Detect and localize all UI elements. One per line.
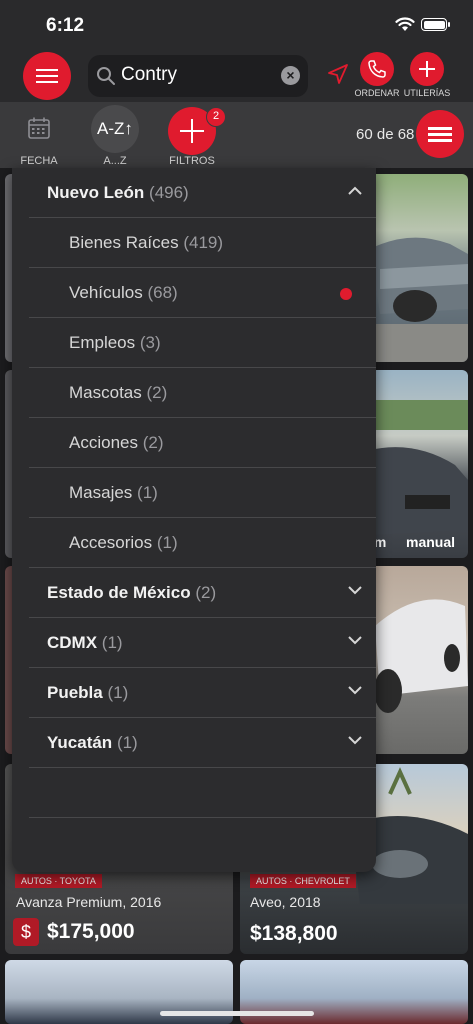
empty-row (29, 768, 376, 818)
location-arrow-icon[interactable] (326, 62, 350, 86)
dollar-icon: $ (13, 918, 39, 946)
battery-icon (421, 18, 450, 31)
chevron-down-icon (348, 686, 362, 695)
results-count: 60 de 68 (356, 126, 415, 143)
listing-price-row: $ $175,000 (13, 918, 135, 946)
category-count: (1) (137, 483, 158, 502)
category-count: (3) (139, 333, 161, 352)
category-name: Bienes Raíces (69, 233, 179, 252)
region-count: (1) (116, 733, 138, 752)
listing-price: $175,000 (47, 920, 135, 943)
region-row-nuevo-leon[interactable]: Nuevo León (496) (29, 168, 376, 218)
search-field[interactable]: Contry × (88, 55, 308, 97)
category-row-vehiculos[interactable]: Vehículos (68) (29, 268, 376, 318)
top-header: Contry × ORDENAR UTILERÍAS (0, 48, 473, 102)
region-count: (1) (107, 683, 129, 702)
fecha-sort-button[interactable]: FECHA (18, 104, 60, 167)
phone-icon (368, 60, 386, 78)
fecha-label: FECHA (20, 155, 58, 167)
menu-button[interactable] (23, 52, 71, 100)
list-icon (428, 124, 452, 145)
region-row-puebla[interactable]: Puebla (1) (29, 668, 376, 718)
region-name: Puebla (47, 683, 103, 702)
selected-indicator-dot (340, 288, 352, 300)
wifi-icon (395, 17, 415, 31)
category-count: (68) (147, 283, 178, 302)
listing-tag: AUTOS · CHEVROLET (250, 874, 356, 888)
category-count: (2) (146, 383, 168, 402)
region-name: Nuevo León (47, 183, 145, 202)
utilerias-button[interactable]: UTILERÍAS (404, 52, 450, 98)
region-count: (496) (149, 183, 189, 202)
category-name: Accesorios (69, 533, 153, 552)
region-row-yucatan[interactable]: Yucatán (1) (29, 718, 376, 768)
category-name: Mascotas (69, 383, 142, 402)
alpha-sort-label: A...Z (103, 155, 127, 167)
chevron-up-icon (348, 186, 362, 195)
search-icon (97, 67, 115, 85)
category-row-mascotas[interactable]: Mascotas (2) (29, 368, 376, 418)
category-row-acciones[interactable]: Acciones (2) (29, 418, 376, 468)
transmission-label: manual (406, 534, 456, 550)
filters-label: FILTROS (169, 155, 215, 167)
region-name: CDMX (47, 633, 98, 652)
clear-search-icon[interactable]: × (281, 66, 300, 85)
category-row-bienes-raices[interactable]: Bienes Raíces (419) (29, 218, 376, 268)
category-row-masajes[interactable]: Masajes (1) (29, 468, 376, 518)
region-count: (2) (195, 583, 217, 602)
home-indicator[interactable] (160, 1011, 314, 1016)
chevron-down-icon (348, 736, 362, 745)
status-time: 6:12 (46, 15, 85, 36)
chevron-down-icon (348, 636, 362, 645)
search-input[interactable]: Contry (121, 64, 177, 86)
category-name: Vehículos (69, 283, 143, 302)
category-name: Acciones (69, 433, 138, 452)
category-name: Masajes (69, 483, 133, 502)
category-count: (2) (142, 433, 164, 452)
category-row-accesorios[interactable]: Accesorios (1) (29, 518, 376, 568)
region-count: (1) (101, 633, 123, 652)
category-row-empleos[interactable]: Empleos (3) (29, 318, 376, 368)
calendar-icon (28, 117, 50, 139)
utilerias-label: UTILERÍAS (403, 88, 451, 98)
filter-toolbar: FECHA A...Z A-Z↑ FILTROS 2 60 de 68 (0, 102, 473, 168)
region-row-estado-de-mexico[interactable]: Estado de México (2) (29, 568, 376, 618)
listing-description: Avanza Premium, 2016 (16, 894, 162, 910)
ordenar-button[interactable]: ORDENAR (354, 52, 400, 98)
listing-price-row: $138,800 (250, 922, 338, 946)
region-row-cdmx[interactable]: CDMX (1) (29, 618, 376, 668)
category-name: Empleos (69, 333, 136, 352)
region-name: Yucatán (47, 733, 113, 752)
category-count: (1) (156, 533, 178, 552)
hamburger-icon (36, 69, 58, 83)
chevron-down-icon (348, 586, 362, 595)
status-bar: 6:12 (0, 0, 473, 48)
listing-description: Aveo, 2018 (250, 894, 321, 910)
category-count: (419) (183, 233, 224, 252)
listing-tag: AUTOS · TOYOTA (15, 874, 102, 888)
filters-count-badge: 2 (206, 107, 226, 127)
sort-az-icon[interactable]: A-Z↑ (91, 105, 139, 153)
listing-price: $138,800 (250, 922, 338, 945)
region-dropdown: Nuevo León (496) Bienes Raíces (419) Veh… (12, 168, 376, 872)
region-name: Estado de México (47, 583, 191, 602)
plus-icon (419, 61, 435, 77)
list-view-button[interactable] (416, 110, 464, 158)
